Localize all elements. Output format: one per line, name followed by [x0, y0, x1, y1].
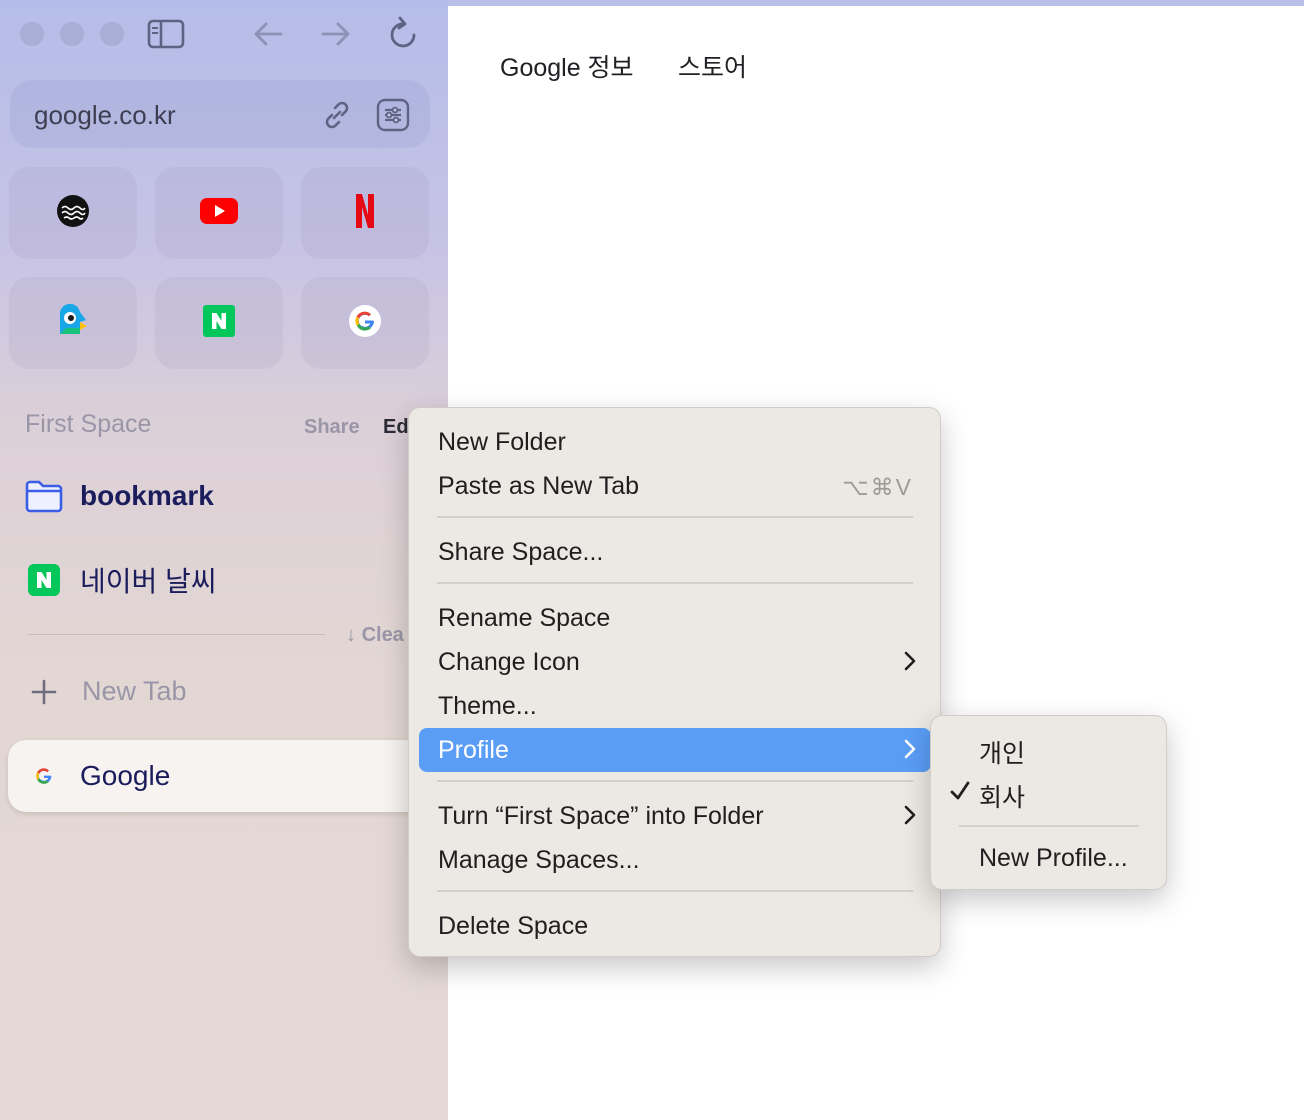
favorite-bird-site[interactable] — [9, 277, 137, 369]
active-tab-label: Google — [80, 760, 171, 791]
chevron-right-icon — [903, 804, 917, 833]
nav-link-about-google[interactable]: Google 정보 — [500, 48, 634, 84]
menu-separator — [437, 780, 913, 782]
profile-item-label: 개인 — [979, 740, 1026, 768]
new-tab-button[interactable]: New Tab — [30, 676, 187, 707]
chevron-right-icon — [903, 738, 917, 767]
site-settings-icon[interactable] — [376, 98, 410, 136]
new-profile-label: New Profile... — [979, 844, 1128, 872]
menu-separator — [959, 825, 1139, 827]
menu-item-turn-into-folder[interactable]: Turn “First Space” into Folder — [419, 794, 931, 838]
back-arrow-icon[interactable] — [250, 18, 286, 50]
new-tab-label: New Tab — [82, 676, 187, 706]
menu-item-theme[interactable]: Theme... — [419, 684, 931, 728]
menu-item-label: Change Icon — [438, 648, 580, 676]
reload-icon[interactable] — [386, 14, 422, 54]
menu-item-delete-space[interactable]: Delete Space — [419, 904, 931, 948]
favorite-google[interactable] — [301, 277, 429, 369]
favorite-naver[interactable] — [155, 277, 283, 369]
new-profile-item[interactable]: New Profile... — [941, 836, 1157, 880]
minimize-window-button[interactable] — [60, 22, 84, 46]
menu-item-paste-as-new-tab[interactable]: Paste as New Tab ⌥⌘V — [419, 464, 931, 508]
menu-item-share-space[interactable]: Share Space... — [419, 530, 931, 574]
sidebar: google.co.kr First Space Share Ed bookma… — [0, 0, 448, 1120]
menu-item-label: Delete Space — [438, 912, 589, 940]
pinned-item-label: bookmark — [80, 480, 214, 511]
context-menu: New Folder Paste as New Tab ⌥⌘V Share Sp… — [408, 407, 941, 957]
active-tab-google[interactable]: Google — [8, 740, 438, 812]
pinned-divider — [28, 634, 325, 635]
favorite-netflix[interactable] — [301, 167, 429, 259]
menu-item-label: New Folder — [438, 428, 566, 456]
profile-item-personal[interactable]: 개인 — [941, 726, 1157, 770]
plus-icon — [30, 678, 58, 706]
google-icon — [348, 304, 382, 342]
naver-icon — [28, 564, 60, 596]
wave-site-icon — [56, 194, 90, 232]
menu-separator — [437, 890, 913, 892]
clear-label: Clea — [361, 624, 404, 646]
forward-arrow-icon[interactable] — [318, 18, 354, 50]
profile-item-label: 회사 — [979, 784, 1026, 812]
folder-icon — [24, 476, 64, 516]
menu-item-manage-spaces[interactable]: Manage Spaces... — [419, 838, 931, 882]
profile-submenu: 개인 회사 New Profile... — [930, 715, 1167, 890]
menu-item-label: Share Space... — [438, 538, 604, 566]
pinned-item-naver-weather[interactable]: 네이버 날씨 — [28, 560, 217, 600]
menu-item-label: Manage Spaces... — [438, 846, 640, 874]
checkmark-icon — [949, 780, 971, 809]
menu-item-label: Rename Space — [438, 604, 611, 632]
menu-item-change-icon[interactable]: Change Icon — [419, 640, 931, 684]
favorite-wave-site[interactable] — [9, 167, 137, 259]
menu-item-label: Paste as New Tab — [438, 472, 640, 500]
clear-tabs-button[interactable]: ↓ Clea — [346, 624, 404, 647]
menu-separator — [437, 582, 913, 584]
menu-item-new-folder[interactable]: New Folder — [419, 420, 931, 464]
space-share-button[interactable]: Share — [304, 416, 360, 439]
menu-item-label: Theme... — [438, 692, 537, 720]
menu-item-label: Turn “First Space” into Folder — [438, 802, 764, 830]
pinned-item-label: 네이버 날씨 — [80, 566, 217, 597]
menu-item-label: Profile — [438, 736, 509, 764]
menu-item-rename-space[interactable]: Rename Space — [419, 596, 931, 640]
menu-separator — [437, 516, 913, 518]
naver-icon — [203, 305, 235, 341]
google-icon — [30, 762, 58, 794]
url-bar[interactable]: google.co.kr — [10, 80, 430, 148]
link-icon[interactable] — [320, 98, 354, 136]
chevron-right-icon — [903, 650, 917, 679]
zoom-window-button[interactable] — [100, 22, 124, 46]
keyboard-shortcut: ⌥⌘V — [842, 474, 913, 500]
close-window-button[interactable] — [20, 22, 44, 46]
sidebar-toggle-icon[interactable] — [146, 18, 186, 50]
url-text[interactable]: google.co.kr — [34, 100, 176, 131]
favorite-youtube[interactable] — [155, 167, 283, 259]
bird-site-icon — [56, 303, 90, 342]
space-edit-button[interactable]: Ed — [383, 416, 409, 439]
netflix-icon — [354, 193, 376, 233]
youtube-icon — [199, 197, 239, 229]
space-title[interactable]: First Space — [25, 410, 151, 439]
menu-item-profile[interactable]: Profile — [419, 728, 931, 772]
nav-link-store[interactable]: 스토어 — [678, 48, 747, 84]
pinned-item-bookmark[interactable]: bookmark — [24, 476, 214, 516]
profile-item-work[interactable]: 회사 — [941, 770, 1157, 814]
